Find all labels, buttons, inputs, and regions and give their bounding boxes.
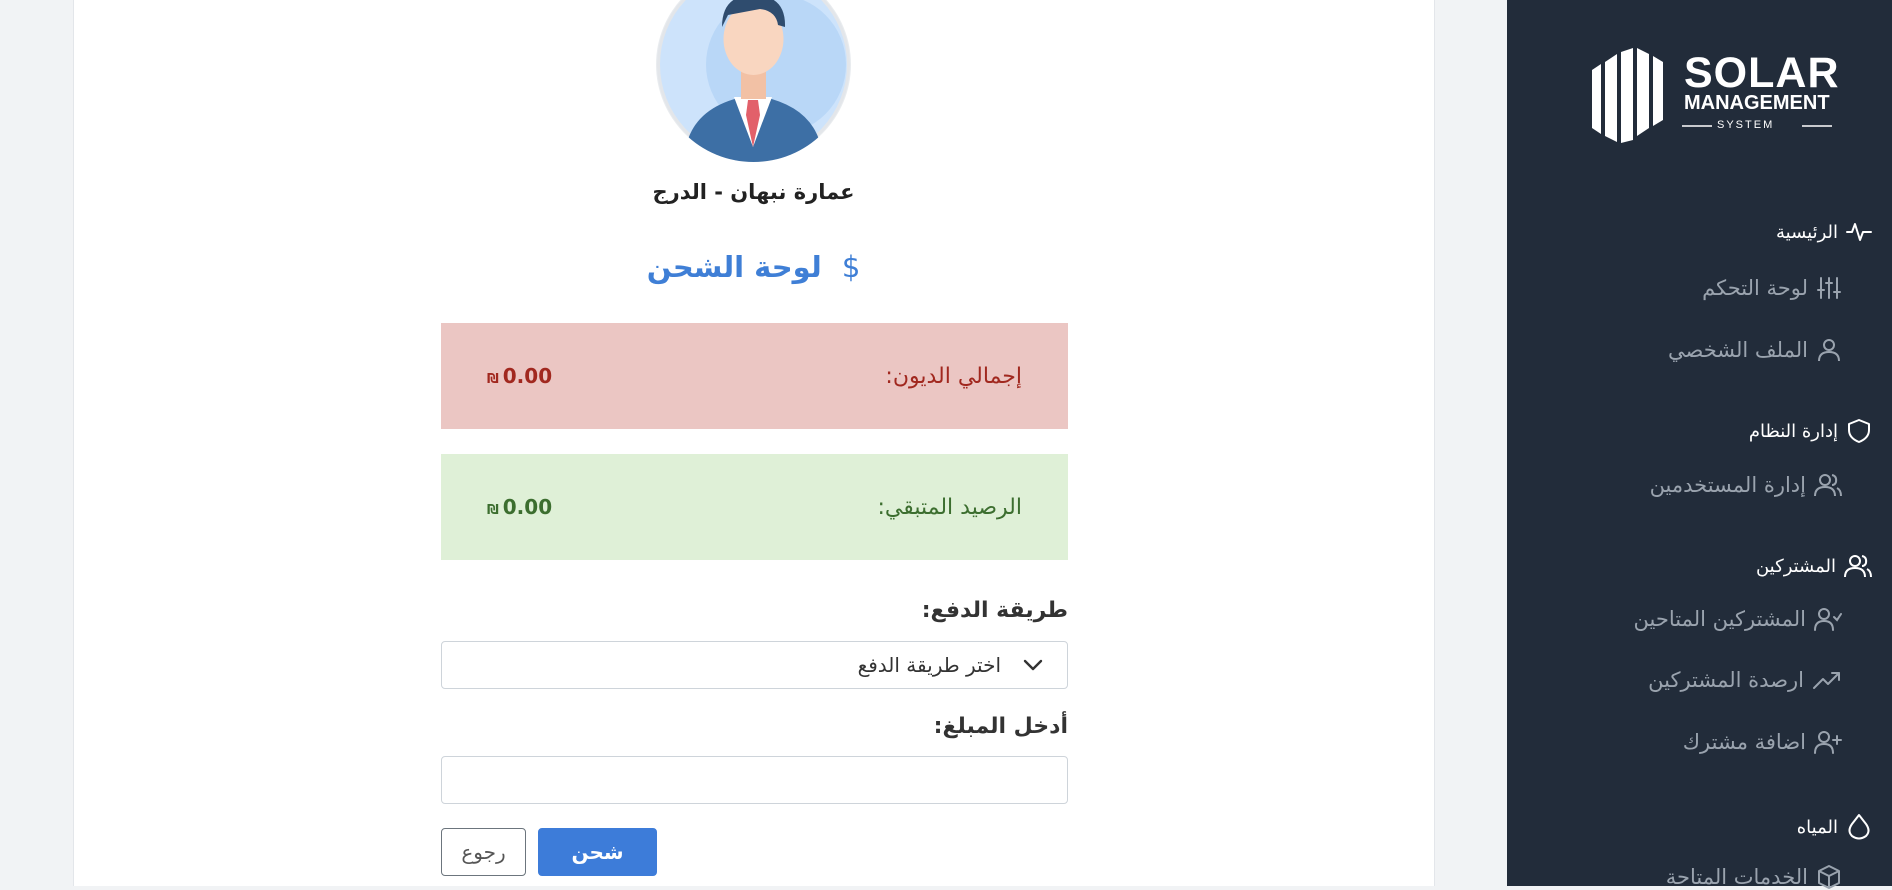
users-icon bbox=[1814, 472, 1842, 498]
users-icon bbox=[1844, 553, 1872, 579]
sidebar-item-label: المشتركين المتاحين bbox=[1633, 607, 1806, 631]
avatar bbox=[656, 0, 851, 162]
sidebar-head-subscribers[interactable]: المشتركين bbox=[1756, 553, 1872, 579]
activity-icon bbox=[1846, 221, 1872, 243]
charge-button[interactable]: شحن bbox=[538, 828, 657, 876]
sidebar-item-label: ارصدة المشتركين bbox=[1648, 668, 1804, 692]
sidebar: SOLAR MANAGEMENT SYSTEM الرئيسية لوحة ال… bbox=[1507, 0, 1892, 889]
sidebar-head-home[interactable]: الرئيسية bbox=[1776, 221, 1872, 243]
logo-line2: MANAGEMENT bbox=[1684, 92, 1830, 114]
main-card: عمارة نبهان - الدرج $ لوحة الشحن إجمالي … bbox=[73, 0, 1435, 886]
sidebar-item-label: لوحة التحكم bbox=[1702, 276, 1808, 300]
logo-line3: SYSTEM bbox=[1717, 119, 1775, 131]
amount-label: أدخل المبلغ: bbox=[933, 714, 1068, 739]
payment-method-select[interactable]: اختر طريقة الدفع bbox=[441, 641, 1068, 689]
user-plus-icon bbox=[1814, 729, 1842, 755]
amount-input[interactable] bbox=[441, 756, 1068, 804]
chevron-down-icon bbox=[1023, 659, 1043, 671]
sidebar-item-label: إدارة المستخدمين bbox=[1649, 473, 1806, 497]
logo-line1: SOLAR bbox=[1684, 49, 1840, 97]
sidebar-item-subscriber-balances[interactable]: ارصدة المشتركين bbox=[1648, 668, 1842, 692]
payment-method-value: اختر طريقة الدفع bbox=[857, 653, 1001, 677]
package-icon bbox=[1816, 864, 1842, 890]
back-button[interactable]: رجوع bbox=[441, 828, 526, 876]
user-check-icon bbox=[1814, 606, 1842, 632]
balance-value: 0.00 bbox=[502, 495, 553, 519]
sidebar-head-system[interactable]: إدارة النظام bbox=[1749, 418, 1872, 444]
user-icon bbox=[1816, 337, 1842, 363]
trending-up-icon bbox=[1812, 668, 1842, 692]
currency-symbol: ₪ bbox=[487, 503, 499, 518]
sidebar-item-profile[interactable]: الملف الشخصي bbox=[1668, 337, 1842, 363]
page-title: $ لوحة الشحن bbox=[441, 250, 1066, 284]
balance-label: الرصيد المتبقي: bbox=[877, 494, 1022, 520]
sidebar-item-label: إدارة النظام bbox=[1748, 420, 1838, 442]
page-title-text: لوحة الشحن bbox=[646, 250, 822, 284]
sidebar-item-add-subscriber[interactable]: اضافة مشترك bbox=[1683, 729, 1842, 755]
sidebar-item-label: الخدمات المتاحة bbox=[1665, 865, 1808, 889]
sidebar-item-dashboard[interactable]: لوحة التحكم bbox=[1702, 275, 1842, 301]
sidebar-item-label: الرئيسية bbox=[1776, 221, 1838, 243]
sidebar-item-label: المشتركين bbox=[1755, 555, 1836, 577]
sliders-icon bbox=[1816, 275, 1842, 301]
sidebar-item-users[interactable]: إدارة المستخدمين bbox=[1650, 472, 1842, 498]
profile-name: عمارة نبهان - الدرج bbox=[652, 180, 855, 204]
payment-method-label: طريقة الدفع: bbox=[921, 598, 1068, 623]
logo: SOLAR MANAGEMENT SYSTEM bbox=[1587, 48, 1852, 143]
shield-icon bbox=[1846, 418, 1872, 444]
debt-amount: ₪ 0.00 bbox=[487, 364, 552, 388]
sidebar-item-available-subscribers[interactable]: المشتركين المتاحين bbox=[1634, 606, 1842, 632]
debt-value: 0.00 bbox=[502, 364, 553, 388]
dollar-icon: $ bbox=[841, 250, 861, 284]
balance-amount: ₪ 0.00 bbox=[487, 495, 552, 519]
sidebar-item-label: اضافة مشترك bbox=[1682, 730, 1806, 754]
currency-symbol: ₪ bbox=[487, 372, 499, 387]
remaining-balance-box: الرصيد المتبقي: ₪ 0.00 bbox=[441, 454, 1068, 560]
sidebar-item-available-services[interactable]: الخدمات المتاحة bbox=[1666, 864, 1842, 890]
total-debt-box: إجمالي الديون: ₪ 0.00 bbox=[441, 323, 1068, 429]
droplet-icon bbox=[1846, 813, 1872, 841]
sidebar-item-label: المياه bbox=[1796, 816, 1838, 838]
sidebar-item-label: الملف الشخصي bbox=[1668, 338, 1808, 362]
debt-label: إجمالي الديون: bbox=[885, 363, 1022, 389]
sidebar-head-water[interactable]: المياه bbox=[1797, 813, 1872, 841]
